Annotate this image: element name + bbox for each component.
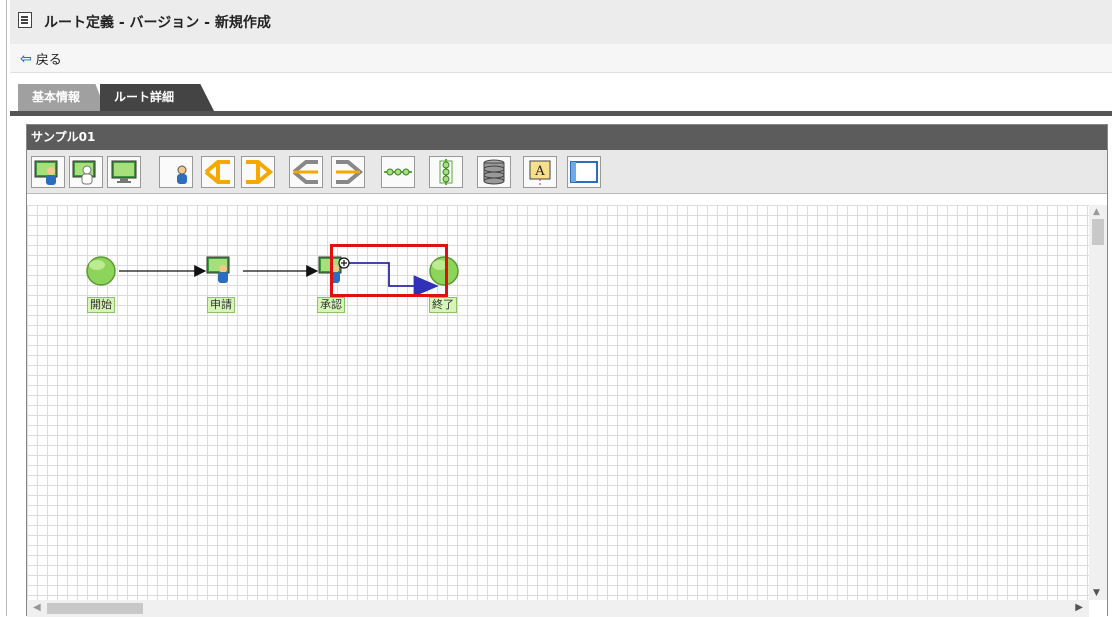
sequence-icon[interactable]	[381, 156, 415, 188]
page-title: ルート定義 - バージョン - 新規作成	[44, 15, 271, 31]
scroll-left-icon[interactable]: ◀	[33, 602, 41, 613]
vertical-scrollbar[interactable]: ▲ ▼	[1089, 205, 1107, 600]
node-label-apply[interactable]: 申請	[207, 297, 235, 313]
split-branch-icon[interactable]	[201, 156, 235, 188]
text-annotation-icon[interactable]: A	[523, 156, 557, 188]
left-frame-edge	[0, 0, 7, 616]
node-toolbar: A	[27, 150, 1107, 194]
scroll-up-icon[interactable]: ▲	[1093, 207, 1100, 217]
back-button[interactable]: ⇦ 戻る	[20, 49, 62, 69]
person-icon[interactable]	[159, 156, 193, 188]
nav-bar: ⇦ 戻る	[10, 44, 1112, 73]
scroll-down-icon[interactable]: ▼	[1093, 588, 1100, 598]
node-label-start[interactable]: 開始	[87, 297, 115, 313]
tab-basic-info[interactable]: 基本情報	[18, 84, 106, 111]
user-node-alt-icon[interactable]	[69, 156, 103, 188]
horizontal-scroll-thumb[interactable]	[47, 603, 143, 614]
vertical-sequence-icon[interactable]	[429, 156, 463, 188]
route-name: サンプル01	[27, 125, 1107, 150]
window-frame-icon[interactable]	[567, 156, 601, 188]
database-icon[interactable]	[477, 156, 511, 188]
node-label-approve[interactable]: 承認	[317, 297, 345, 313]
route-canvas[interactable]: 開始 申請 承認 終了	[27, 205, 1089, 600]
back-arrow-icon: ⇦	[20, 50, 32, 67]
document-icon	[18, 12, 32, 28]
svg-text:A: A	[534, 164, 545, 179]
tab-bar: 基本情報 ルート詳細	[10, 80, 1112, 116]
vertical-scroll-thumb[interactable]	[1092, 219, 1104, 245]
split-branch-gray-icon[interactable]	[289, 156, 323, 188]
user-node-icon[interactable]	[31, 156, 65, 188]
highlight-box	[330, 244, 448, 297]
join-branch-gray-icon[interactable]	[331, 156, 365, 188]
node-label-end[interactable]: 終了	[429, 297, 457, 313]
back-label: 戻る	[35, 53, 62, 68]
scroll-right-icon[interactable]: ▶	[1075, 602, 1083, 613]
join-branch-icon[interactable]	[241, 156, 275, 188]
tab-route-detail[interactable]: ルート詳細	[100, 84, 214, 111]
start-node-icon[interactable]	[86, 256, 116, 286]
apply-user-node-icon[interactable]	[206, 256, 230, 283]
title-bar: ルート定義 - バージョン - 新規作成	[10, 0, 1112, 45]
screen-node-icon[interactable]	[107, 156, 141, 188]
route-panel: サンプル01 A 開始 申請 承認 終了 ▲ ▼ ◀ ▶	[26, 124, 1108, 617]
horizontal-scrollbar[interactable]: ◀ ▶	[27, 600, 1089, 617]
